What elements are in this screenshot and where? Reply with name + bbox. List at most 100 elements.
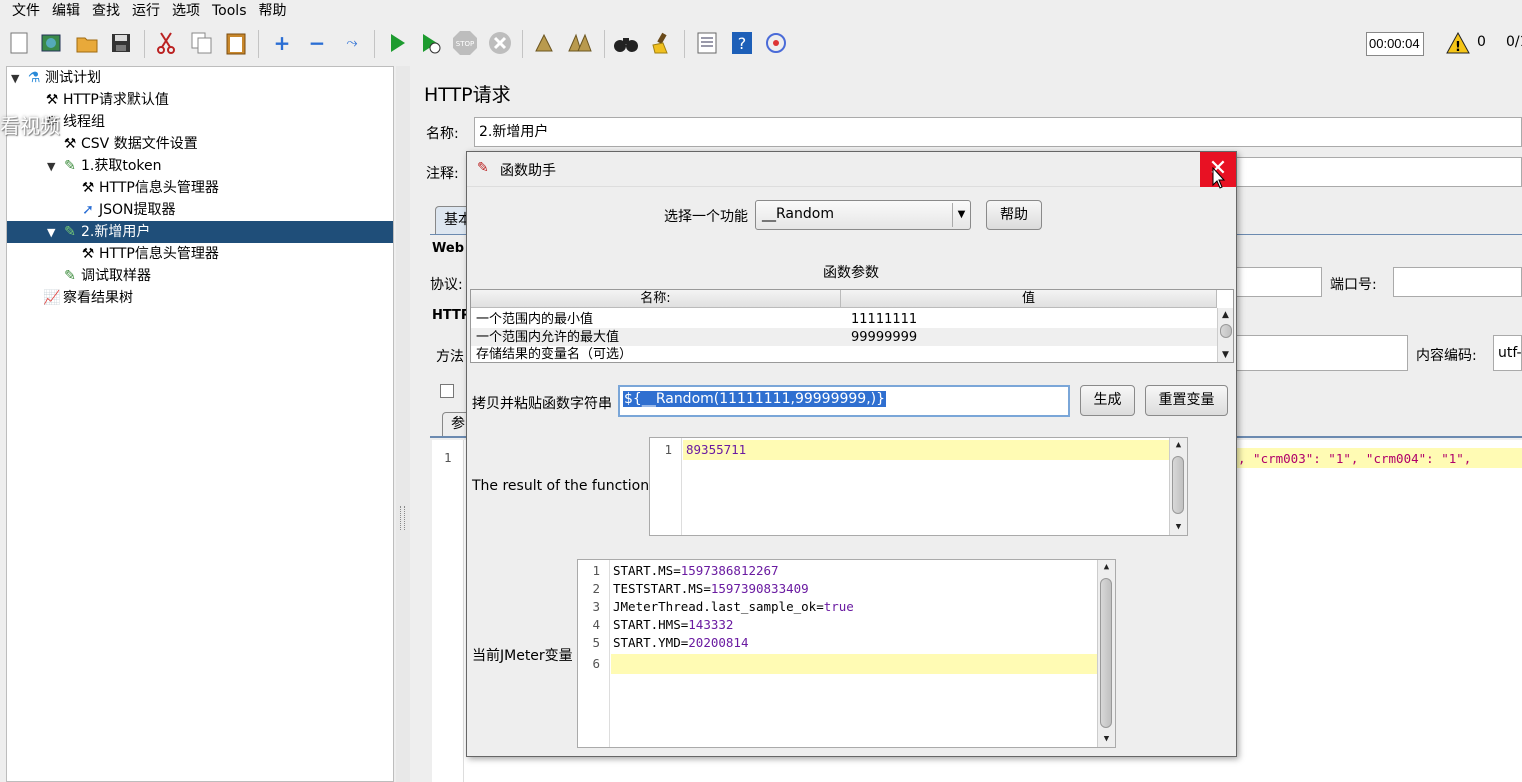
expand-icon[interactable]: + xyxy=(269,30,295,56)
copy-paste-label: 拷贝并粘贴函数字符串 xyxy=(472,396,612,412)
start-icon[interactable] xyxy=(384,30,410,56)
server-input[interactable] xyxy=(1230,267,1322,297)
scroll-down-icon[interactable]: ▼ xyxy=(1218,348,1233,362)
menu-file[interactable]: 文件 xyxy=(6,1,46,21)
port-input[interactable] xyxy=(1393,267,1522,297)
tree-node-add-user[interactable]: ▼ ✎ 2.新增用户 xyxy=(7,221,393,243)
new-file-icon[interactable] xyxy=(6,30,32,56)
paste-icon[interactable] xyxy=(223,30,249,56)
cut-icon[interactable] xyxy=(153,30,179,56)
stop-icon[interactable]: STOP xyxy=(452,30,478,56)
menu-options[interactable]: 选项 xyxy=(166,1,206,21)
toggle-icon[interactable]: ⤳ xyxy=(339,30,365,56)
params-table[interactable]: 名称: 值 一个范围内的最小值 11111111 一个范围内允许的最大值 999… xyxy=(470,289,1234,363)
collapse-arrow-icon[interactable]: ▼ xyxy=(47,222,61,244)
collapse-arrow-icon[interactable]: ▼ xyxy=(47,156,61,178)
http-request-label: HTTP xyxy=(432,308,471,323)
vars-scrollbar[interactable]: ▲ ▼ xyxy=(1097,560,1115,747)
scroll-thumb[interactable] xyxy=(1100,578,1112,728)
generate-button[interactable]: 生成 xyxy=(1080,385,1135,416)
scroll-up-icon[interactable]: ▲ xyxy=(1170,438,1187,452)
menu-edit[interactable]: 编辑 xyxy=(46,1,86,21)
reset-variables-button[interactable]: 重置变量 xyxy=(1145,385,1228,416)
reset-search-icon[interactable] xyxy=(648,30,674,56)
save-icon[interactable] xyxy=(108,30,134,56)
params-scrollbar[interactable]: ▲ ▼ xyxy=(1217,308,1233,362)
start-no-pause-icon[interactable] xyxy=(418,30,444,56)
scroll-up-icon[interactable]: ▲ xyxy=(1098,560,1115,574)
path-input[interactable] xyxy=(1230,335,1408,371)
tree-node-results-tree[interactable]: 📈 察看结果树 xyxy=(43,287,133,309)
collapse-arrow-icon[interactable]: ▼ xyxy=(11,68,25,90)
help-icon[interactable]: ? xyxy=(729,30,755,56)
tree-node-header-manager-1[interactable]: ⚒ HTTP信息头管理器 xyxy=(79,177,219,199)
var-value: 1597386812267 xyxy=(680,563,779,578)
tree-node-debug-sampler[interactable]: ✎ 调试取样器 xyxy=(61,265,151,287)
chevron-down-icon[interactable]: ▼ xyxy=(952,203,970,227)
extractor-icon: ➚ xyxy=(82,202,94,218)
tree-node-json-extractor[interactable]: ➚ JSON提取器 xyxy=(79,199,176,221)
redirect-checkbox[interactable] xyxy=(440,384,454,398)
param-name-cell[interactable]: 存储结果的变量名（可选） xyxy=(476,346,632,362)
menu-run[interactable]: 运行 xyxy=(126,1,166,21)
function-string-input[interactable]: ${__Random(11111111,99999999,)} xyxy=(618,385,1070,417)
tree-node-label: 调试取样器 xyxy=(81,268,151,284)
encoding-label: 内容编码: xyxy=(1416,348,1477,364)
param-name-cell[interactable]: 一个范围内允许的最大值 xyxy=(476,329,619,347)
function-helper-dialog: ✎ 函数助手 ✕ 选择一个功能 __Random ▼ 帮助 函数参数 名称: 值… xyxy=(466,151,1237,757)
scroll-down-icon[interactable]: ▼ xyxy=(1098,732,1115,746)
tree-node-http-defaults[interactable]: ⚒ HTTP请求默认值 xyxy=(43,89,169,111)
dialog-title-bar[interactable]: ✎ 函数助手 ✕ xyxy=(467,152,1236,187)
templates-icon[interactable] xyxy=(38,30,64,56)
tree-node-get-token[interactable]: ▼ ✎ 1.获取token xyxy=(47,155,162,177)
vars-line-number: 6 xyxy=(592,656,600,671)
splitter-grip[interactable] xyxy=(400,506,405,530)
jmeter-vars-editor[interactable]: 1 START.MS=1597386812267 2 TESTSTART.MS=… xyxy=(577,559,1116,748)
test-plan-tree[interactable]: ▼ ⚗ 测试计划 ⚒ HTTP请求默认值 ⚙ 线程组 ⚒ CSV 数据文件设置 ▼ ✎ 1.获… xyxy=(6,66,394,782)
function-select[interactable]: __Random ▼ xyxy=(755,200,971,230)
scroll-thumb[interactable] xyxy=(1220,324,1232,338)
tree-node-header-manager-2[interactable]: ⚒ HTTP信息头管理器 xyxy=(79,243,219,265)
param-name-cell[interactable]: 一个范围内的最小值 xyxy=(476,311,593,329)
menu-tools[interactable]: Tools xyxy=(206,1,253,21)
tree-node-csv-config[interactable]: ⚒ CSV 数据文件设置 xyxy=(61,133,198,155)
tree-node-label: JSON提取器 xyxy=(99,202,176,218)
var-line: TESTSTART.MS=1597390833409 xyxy=(613,581,809,596)
function-list-icon[interactable] xyxy=(694,30,720,56)
copy-icon[interactable] xyxy=(189,30,215,56)
protocol-label: 协议: xyxy=(430,277,463,293)
remote-icon[interactable] xyxy=(763,30,789,56)
var-key: JMeterThread.last_sample_ok xyxy=(613,599,817,614)
scroll-down-icon[interactable]: ▼ xyxy=(1170,520,1187,534)
param-value-cell[interactable]: 11111111 xyxy=(851,311,917,329)
dialog-title: 函数助手 xyxy=(500,163,556,179)
name-input[interactable]: 2.新增用户 xyxy=(474,117,1522,147)
scroll-up-icon[interactable]: ▲ xyxy=(1218,308,1233,322)
clear-all-icon[interactable] xyxy=(567,30,593,56)
video-watermark: 看视频 xyxy=(0,114,60,138)
tree-node-test-plan[interactable]: ▼ ⚗ 测试计划 xyxy=(11,67,101,89)
panel-splitter[interactable] xyxy=(396,66,410,782)
menu-help[interactable]: 帮助 xyxy=(253,1,293,21)
shutdown-icon[interactable] xyxy=(487,30,513,56)
select-function-label: 选择一个功能 xyxy=(664,209,748,225)
toolbar-separator xyxy=(684,30,685,58)
collapse-icon[interactable]: − xyxy=(304,30,330,56)
result-scrollbar[interactable]: ▲ ▼ xyxy=(1169,438,1187,535)
clear-icon[interactable] xyxy=(531,30,557,56)
search-binoculars-icon[interactable] xyxy=(613,30,639,56)
pipette-icon: ✎ xyxy=(64,224,76,240)
encoding-input[interactable]: utf-8 xyxy=(1493,335,1522,371)
var-line: START.YMD=20200814 xyxy=(613,635,749,650)
param-value-cell[interactable]: 99999999 xyxy=(851,329,917,347)
var-key: START.YMD xyxy=(613,635,681,650)
menu-search[interactable]: 查找 xyxy=(86,1,126,21)
open-folder-icon[interactable] xyxy=(74,30,100,56)
col-value-header[interactable]: 值 xyxy=(841,290,1217,308)
col-name-header[interactable]: 名称: xyxy=(471,290,841,308)
scroll-thumb[interactable] xyxy=(1172,456,1184,514)
warning-icon[interactable]: ! xyxy=(1446,31,1470,58)
tree-node-label: 线程组 xyxy=(63,114,105,130)
result-editor[interactable]: 1 89355711 ▲ ▼ xyxy=(649,437,1188,536)
help-button[interactable]: 帮助 xyxy=(986,200,1042,230)
